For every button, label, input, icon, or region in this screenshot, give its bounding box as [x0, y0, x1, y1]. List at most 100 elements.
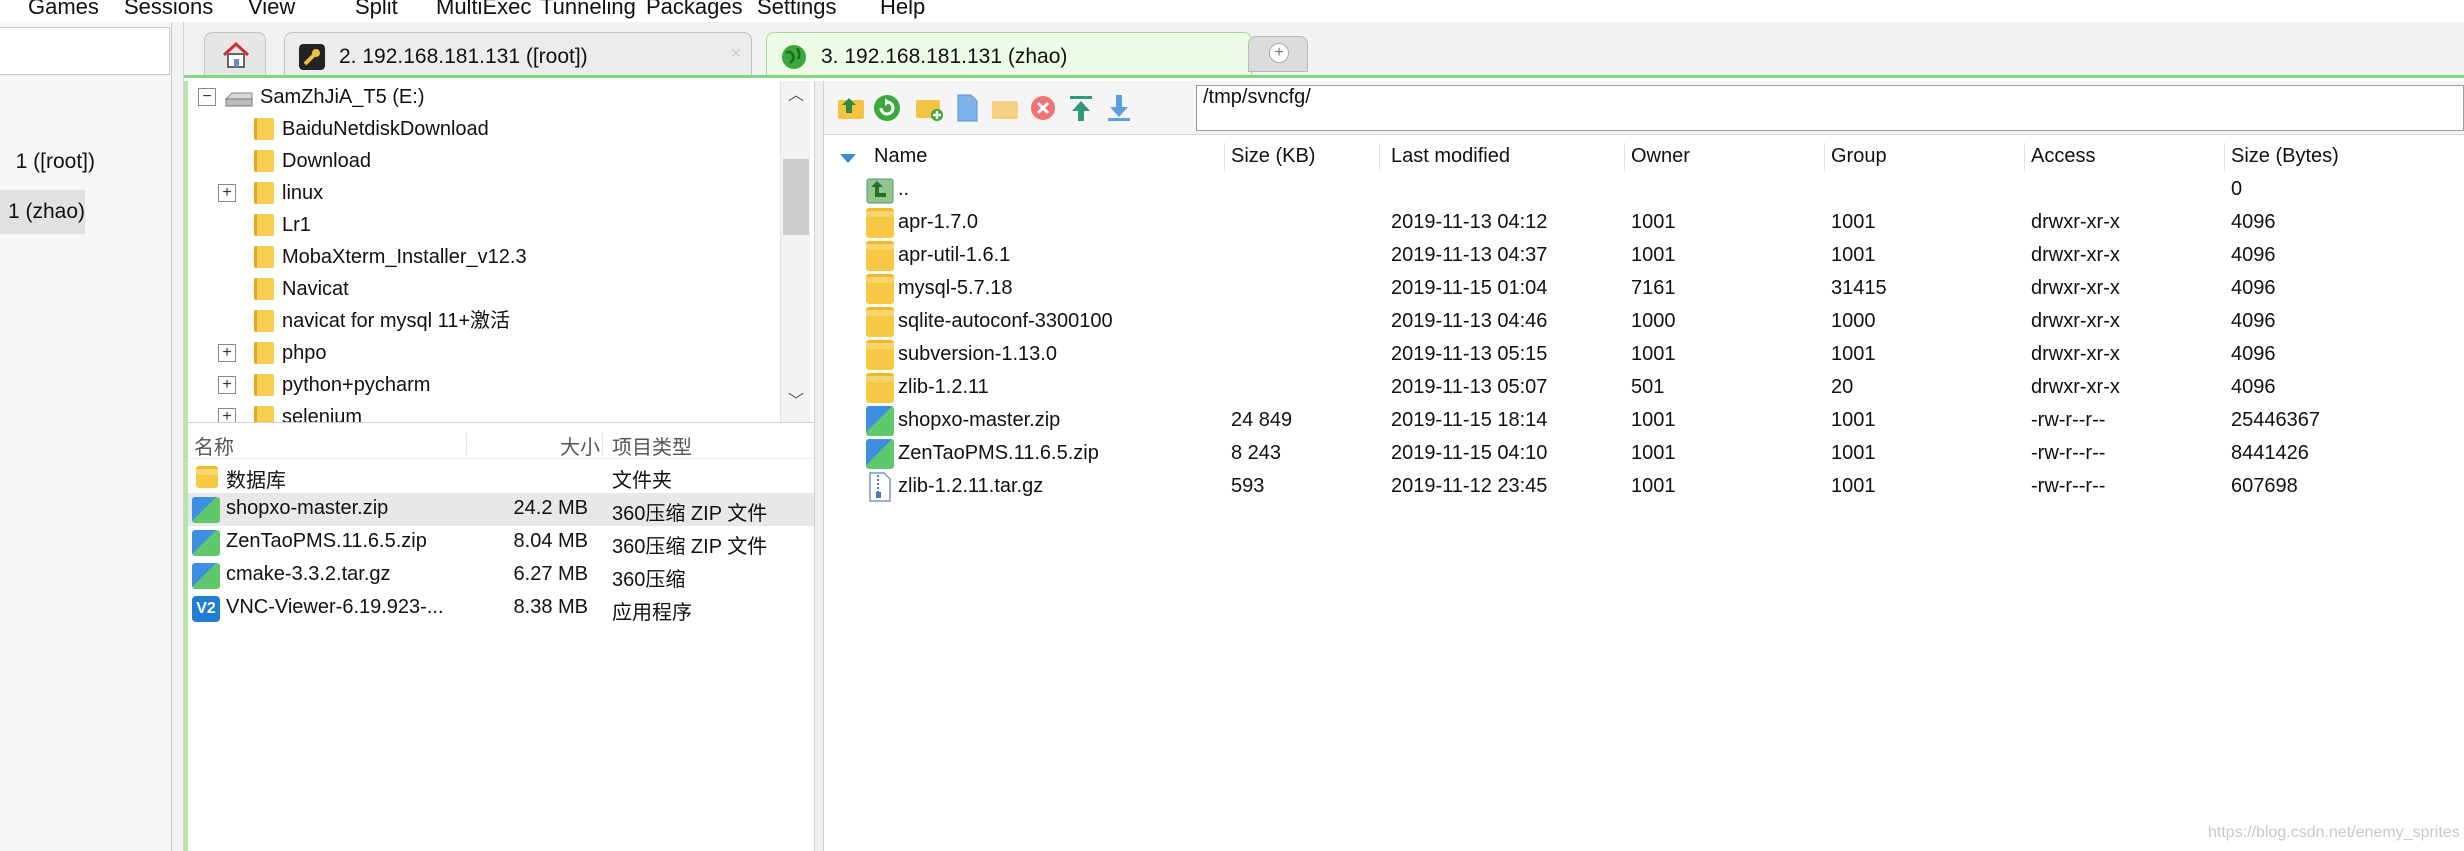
menu-games[interactable]: Games: [28, 0, 99, 21]
column-header-size-kb[interactable]: Size (KB): [1231, 145, 1315, 168]
list-item[interactable]: cmake-3.3.2.tar.gz 6.27 MB 360压缩: [188, 559, 814, 592]
scrollbar-thumb[interactable]: [783, 159, 809, 235]
session-search-input[interactable]: [0, 27, 170, 75]
file-size-kb: 593: [1231, 475, 1265, 497]
remote-path-input[interactable]: /tmp/svncfg/: [1196, 85, 2464, 131]
tab-session-zhao[interactable]: 3. 192.168.181.131 (zhao): [766, 32, 1252, 75]
file-access: drwxr-xr-x: [2031, 376, 2120, 398]
table-row[interactable]: mysql-5.7.18 2019-11-15 01:04 7161 31415…: [824, 272, 2464, 305]
parent-folder-icon[interactable]: [836, 93, 866, 123]
table-row[interactable]: sqlite-autoconf-3300100 2019-11-13 04:46…: [824, 305, 2464, 338]
file-group: 1001: [1831, 475, 1876, 497]
session-item-root[interactable]: 1 ([root]): [0, 140, 95, 184]
collapse-icon[interactable]: −: [198, 88, 216, 106]
remote-list-header: Name Size (KB) Last modified Owner Group…: [824, 139, 2464, 173]
file-size: 24.2 MB: [513, 497, 588, 519]
column-divider[interactable]: [1824, 143, 1825, 171]
folder-icon: [866, 274, 894, 304]
menu-split[interactable]: Split: [355, 0, 398, 21]
expand-icon[interactable]: +: [218, 344, 236, 362]
list-item[interactable]: shopxo-master.zip 24.2 MB 360压缩 ZIP 文件: [188, 493, 814, 526]
refresh-icon[interactable]: [872, 93, 902, 123]
menu-tunneling[interactable]: Tunneling: [540, 0, 636, 21]
column-header-type[interactable]: 项目类型: [612, 431, 692, 460]
table-row[interactable]: .. 0: [824, 173, 2464, 206]
file-name: ZenTaoPMS.11.6.5.zip: [226, 530, 427, 552]
upload-icon[interactable]: [1066, 93, 1096, 123]
file-owner: 1000: [1631, 310, 1676, 332]
expand-icon[interactable]: +: [218, 184, 236, 202]
column-divider[interactable]: [1379, 143, 1380, 171]
archive-icon: [869, 472, 891, 502]
expand-icon[interactable]: +: [218, 376, 236, 394]
list-item[interactable]: V2 VNC-Viewer-6.19.923-... 8.38 MB 应用程序: [188, 592, 814, 625]
column-divider[interactable]: [602, 433, 603, 455]
file-type: 文件夹: [612, 470, 672, 492]
file-name: zlib-1.2.11: [898, 376, 989, 398]
zip-icon: [866, 439, 894, 469]
download-icon[interactable]: [1104, 93, 1134, 123]
delete-icon[interactable]: [1028, 93, 1058, 123]
close-icon[interactable]: ×: [730, 43, 741, 64]
menu-packages[interactable]: Packages: [646, 0, 743, 21]
session-item-zhao[interactable]: 1 (zhao): [0, 190, 85, 234]
column-header-last-modified[interactable]: Last modified: [1391, 145, 1510, 168]
column-header-group[interactable]: Group: [1831, 145, 1887, 168]
menu-settings[interactable]: Settings: [757, 0, 837, 21]
file-name: shopxo-master.zip: [898, 409, 1061, 431]
table-row[interactable]: ZenTaoPMS.11.6.5.zip 8 243 2019-11-15 04…: [824, 437, 2464, 470]
folder-icon: [866, 307, 894, 337]
tab-session-root[interactable]: 2. 192.168.181.131 ([root]) ×: [284, 32, 752, 75]
table-row[interactable]: zlib-1.2.11 2019-11-13 05:07 501 20 drwx…: [824, 371, 2464, 404]
file-group: 1001: [1831, 442, 1876, 464]
vnc-icon: V2: [192, 596, 220, 622]
new-file-icon[interactable]: [952, 93, 982, 123]
file-access: drwxr-xr-x: [2031, 310, 2120, 332]
column-divider[interactable]: [466, 433, 467, 455]
new-folder-icon[interactable]: [914, 93, 944, 123]
menu-view[interactable]: View: [248, 0, 295, 21]
column-divider[interactable]: [2224, 143, 2225, 171]
column-header-access[interactable]: Access: [2031, 145, 2095, 168]
column-header-size-bytes[interactable]: Size (Bytes): [2231, 145, 2339, 168]
file-name: cmake-3.3.2.tar.gz: [226, 563, 391, 585]
file-name: 数据库: [226, 470, 286, 492]
file-name: apr-1.7.0: [898, 211, 979, 233]
pane-splitter[interactable]: [814, 81, 824, 851]
scroll-up-icon[interactable]: ︿: [787, 87, 805, 105]
file-modified: 2019-11-15 18:14: [1391, 409, 1548, 431]
zip-icon: [866, 406, 894, 436]
sort-desc-icon[interactable]: [840, 154, 856, 163]
expand-icon[interactable]: +: [218, 408, 236, 422]
scroll-down-icon[interactable]: ﹀: [787, 393, 805, 411]
folder-icon[interactable]: [990, 93, 1020, 123]
table-row[interactable]: apr-1.7.0 2019-11-13 04:12 1001 1001 drw…: [824, 206, 2464, 239]
file-modified: 2019-11-15 04:10: [1391, 442, 1548, 464]
column-divider[interactable]: [1224, 143, 1225, 171]
table-row[interactable]: subversion-1.13.0 2019-11-13 05:15 1001 …: [824, 338, 2464, 371]
column-header-size[interactable]: 大小: [560, 431, 600, 460]
table-row[interactable]: zlib-1.2.11.tar.gz 593 2019-11-12 23:45 …: [824, 470, 2464, 503]
menu-multiexec[interactable]: MultiExec: [436, 0, 531, 21]
menu-sessions[interactable]: Sessions: [124, 0, 213, 21]
sidebar-splitter[interactable]: [172, 22, 184, 851]
table-row[interactable]: apr-util-1.6.1 2019-11-13 04:37 1001 100…: [824, 239, 2464, 272]
menu-help[interactable]: Help: [880, 0, 925, 21]
column-header-name[interactable]: 名称: [194, 431, 234, 460]
tree-scrollbar[interactable]: ︿ ﹀: [780, 81, 810, 422]
file-owner: 1001: [1631, 343, 1676, 365]
column-header-name[interactable]: Name: [874, 145, 927, 168]
file-access: drwxr-xr-x: [2031, 277, 2120, 299]
list-item[interactable]: 数据库 文件夹: [188, 460, 814, 493]
zip-icon: [192, 530, 220, 556]
list-item[interactable]: ZenTaoPMS.11.6.5.zip 8.04 MB 360压缩 ZIP 文…: [188, 526, 814, 559]
column-divider[interactable]: [2024, 143, 2025, 171]
table-row[interactable]: shopxo-master.zip 24 849 2019-11-15 18:1…: [824, 404, 2464, 437]
column-divider[interactable]: [1624, 143, 1625, 171]
tree-label: BaiduNetdiskDownload: [282, 118, 489, 140]
globe-icon: [782, 45, 806, 69]
column-header-owner[interactable]: Owner: [1631, 145, 1690, 168]
tab-home[interactable]: [204, 32, 266, 75]
wrench-icon: [299, 44, 325, 70]
new-tab-button[interactable]: +: [1248, 36, 1308, 72]
